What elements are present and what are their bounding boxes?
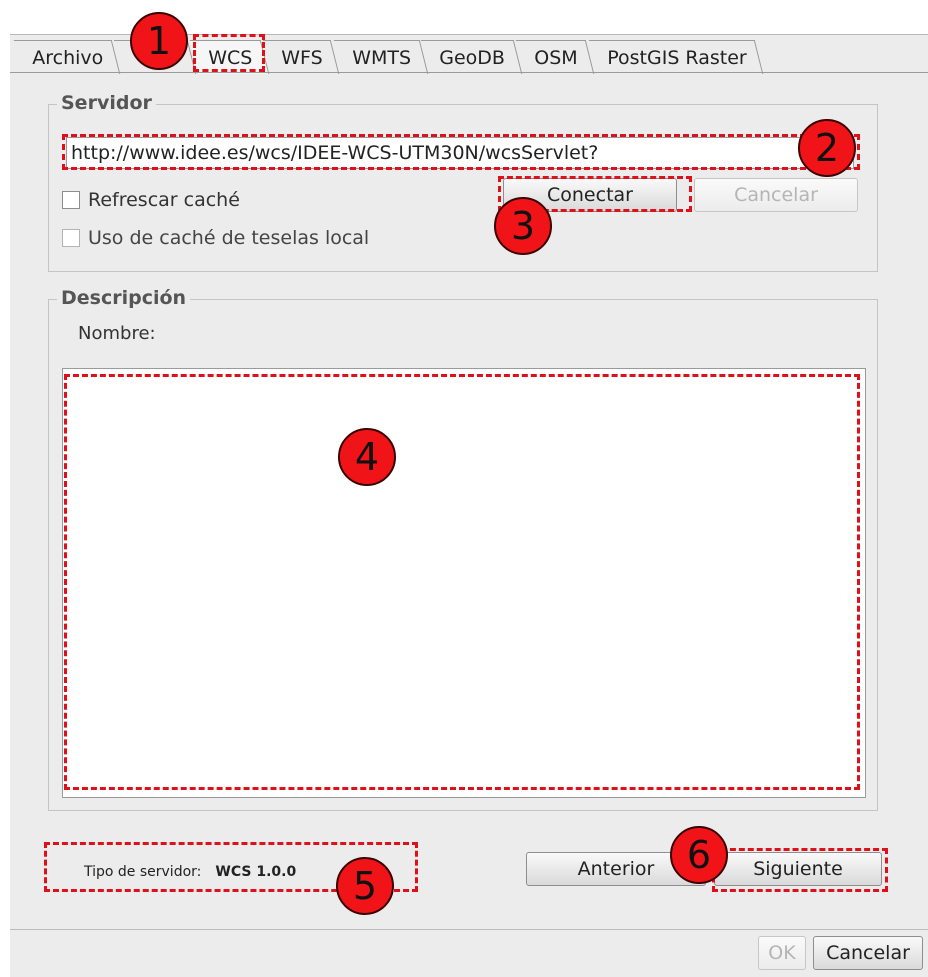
tab-wmts[interactable]: WMTS	[333, 40, 428, 74]
refresh-cache-label: Refrescar caché	[88, 189, 240, 211]
annotation-box-1	[193, 34, 265, 72]
tab-postgis-raster[interactable]: PostGIS Raster	[588, 40, 764, 74]
refresh-cache-checkbox[interactable]: Refrescar caché	[62, 189, 240, 211]
annotation-marker-3: 3	[494, 197, 552, 255]
annotation-box-2	[62, 134, 860, 170]
annotation-marker-4: 4	[338, 428, 396, 486]
annotation-marker-6: 6	[670, 826, 728, 884]
tab-osm[interactable]: OSM	[515, 40, 595, 74]
tab-label: Archivo	[32, 47, 104, 69]
annotation-marker-5: 5	[336, 857, 394, 915]
annotation-box-4	[64, 374, 860, 790]
annotation-marker-1: 1	[130, 12, 188, 70]
annotation-marker-2: 2	[798, 119, 856, 177]
tab-label: WMTS	[351, 47, 411, 69]
tile-cache-checkbox[interactable]: Uso de caché de teselas local	[62, 227, 369, 249]
tab-label: OSM	[534, 47, 578, 69]
name-label: Nombre:	[78, 323, 156, 344]
tab-archivo[interactable]: Archivo	[13, 40, 121, 74]
dialog-cancel-button[interactable]: Cancelar	[813, 936, 923, 970]
tab-label: WFS	[281, 47, 323, 69]
checkbox-icon	[62, 191, 80, 209]
tab-label: GeoDB	[439, 47, 506, 69]
server-group-title: Servidor	[57, 92, 156, 114]
checkbox-icon	[62, 229, 80, 247]
tab-underline	[10, 72, 928, 73]
ok-button[interactable]: OK	[758, 936, 806, 970]
tile-cache-label: Uso de caché de teselas local	[88, 227, 370, 249]
tab-label: PostGIS Raster	[606, 47, 747, 69]
tab-wfs[interactable]: WFS	[262, 40, 340, 74]
annotation-box-6	[712, 848, 888, 892]
tab-geodb[interactable]: GeoDB	[421, 40, 523, 74]
cancel-connect-button[interactable]: Cancelar	[694, 178, 858, 212]
description-group-title: Descripción	[57, 287, 191, 309]
